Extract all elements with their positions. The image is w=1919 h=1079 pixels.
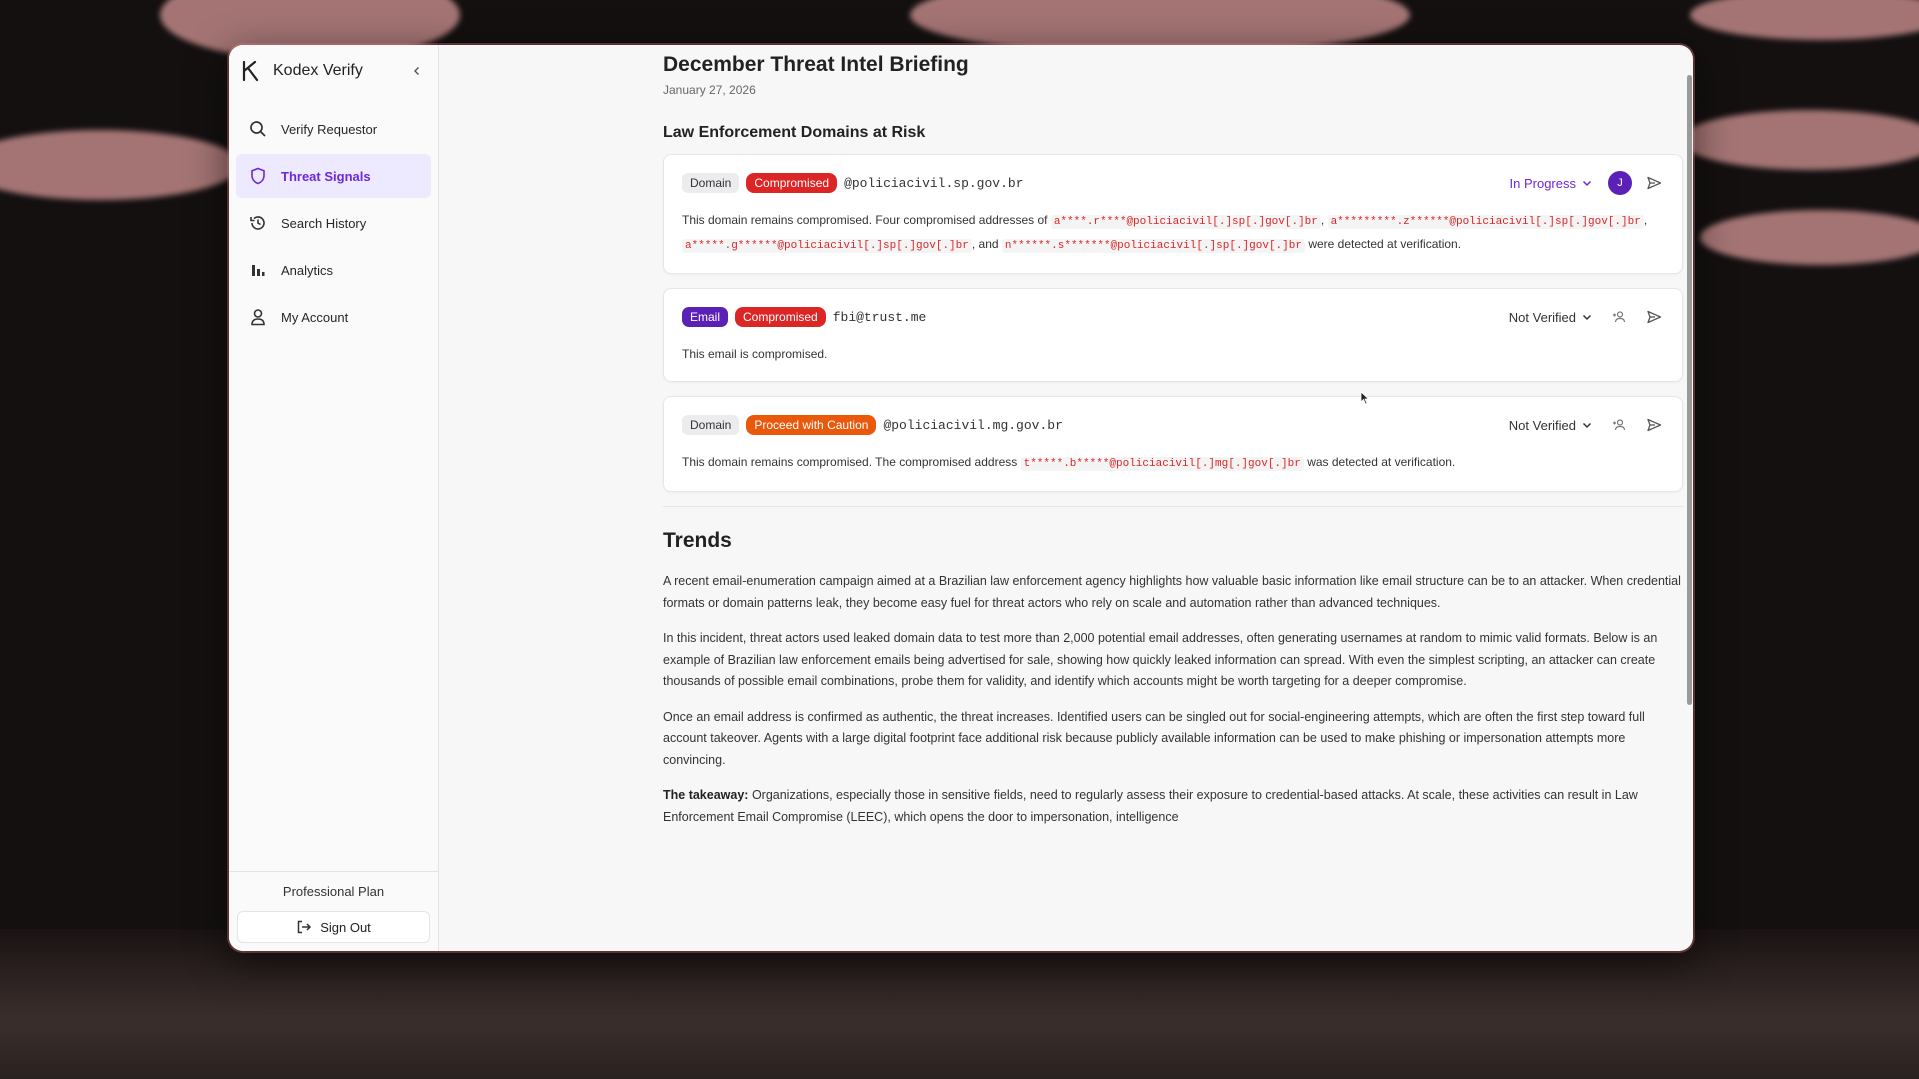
status-badge: Compromised [746,173,838,193]
takeaway-text: Organizations, especially those in sensi… [663,788,1638,824]
scrollbar[interactable] [1687,75,1692,705]
card-description: This email is compromised. [682,347,828,361]
trends-paragraph: Once an email address is confirmed as au… [663,709,1645,767]
address-separator: , [1643,213,1648,227]
app-window: Kodex Verify Verify Requestor Threat Sig… [229,45,1693,951]
sidebar-footer: Professional Plan Sign Out [229,871,438,951]
chevron-down-icon [1582,422,1592,429]
sign-out-button[interactable]: Sign Out [237,911,430,943]
background-blob [1680,110,1919,170]
background-blob [1690,0,1919,40]
send-icon [1647,310,1662,324]
compromised-address: a*****.g******@policiacivil[.]sp[.]gov[.… [682,239,972,253]
threat-card: Domain Compromised @policiacivil.sp.gov.… [663,154,1683,274]
sidebar-item-label: Analytics [281,262,334,278]
address-separator: , and [971,237,999,251]
sidebar-item-threat-signals[interactable]: Threat Signals [236,154,431,198]
card-description: This domain remains compromised. The com… [682,451,1664,475]
user-icon [249,308,267,326]
type-badge: Domain [682,415,740,435]
plan-label: Professional Plan [282,884,385,899]
sign-out-label: Sign Out [320,919,371,935]
type-badge: Domain [682,173,740,193]
target-domain: @policiacivil.mg.gov.br [883,417,1063,433]
sidebar-item-my-account[interactable]: My Account [236,295,431,339]
mouse-cursor-icon [1360,391,1370,405]
history-icon [249,214,267,232]
bar-chart-icon [249,261,267,279]
send-button[interactable] [1644,307,1664,327]
send-button[interactable] [1644,173,1664,193]
trends-paragraph: In this incident, threat actors used lea… [663,631,1658,688]
background-blob [1700,210,1919,265]
kodex-logo-icon [242,60,259,82]
shield-icon [249,167,267,185]
sidebar-item-verify-requestor[interactable]: Verify Requestor [236,107,431,151]
send-button[interactable] [1644,415,1664,435]
add-user-icon [1613,311,1626,323]
background-floor [0,929,1919,1079]
chevron-down-icon [1582,314,1592,321]
search-icon [249,120,267,138]
target-email: fbi@trust.me [832,309,927,325]
sidebar-item-analytics[interactable]: Analytics [236,248,431,292]
sidebar-item-label: Threat Signals [281,168,371,184]
compromised-address: n******.s*******@policiacivil[.]sp[.]gov… [1001,239,1305,253]
sidebar: Kodex Verify Verify Requestor Threat Sig… [229,45,439,951]
compromised-address: a****.r****@policiacivil[.]sp[.]gov[.]br [1050,215,1321,229]
status-badge: Proceed with Caution [746,415,877,435]
sidebar-item-label: Verify Requestor [281,121,378,137]
sidebar-item-search-history[interactable]: Search History [236,201,431,245]
verification-status-select[interactable]: Not Verified [1509,310,1592,325]
send-icon [1647,418,1662,432]
verification-status-label: Not Verified [1508,417,1576,433]
trends-title: Trends [663,529,732,552]
send-icon [1647,176,1662,190]
threat-card: Email Compromised fbi@trust.me Not Verif… [663,288,1683,382]
sidebar-item-label: My Account [281,309,349,325]
status-badge: Compromised [735,307,826,327]
section-title: Law Enforcement Domains at Risk [663,124,926,141]
compromised-address: a*********.z******@policiacivil[.]sp[.]g… [1327,215,1644,229]
description-text: was detected at verification. [1307,455,1456,469]
description-text: This domain remains compromised. The com… [682,455,1018,469]
takeaway-label: The takeaway: [663,788,749,802]
address-separator: , [1320,213,1325,227]
assign-user-button[interactable] [1608,305,1632,329]
section-divider [663,506,1683,507]
trends-takeaway: The takeaway: Organizations, especially … [663,785,1683,828]
sign-out-icon [297,920,312,934]
type-badge: Email [682,307,729,327]
brand-name: Kodex Verify [273,62,363,79]
sidebar-item-label: Search History [281,215,367,231]
verification-status-select[interactable]: Not Verified [1509,418,1592,433]
sidebar-nav: Verify Requestor Threat Signals Search H… [229,107,438,339]
target-domain: @policiacivil.sp.gov.br [844,175,1024,191]
chevron-down-icon [1582,180,1592,187]
page-title: December Threat Intel Briefing [663,53,969,76]
briefing-date: January 27, 2026 [663,83,756,97]
briefing-content: December Threat Intel Briefing January 2… [663,53,1683,842]
brand: Kodex Verify [229,49,438,93]
verification-status-select[interactable]: In Progress [1510,176,1592,191]
description-text: were detected at verification. [1308,237,1462,251]
compromised-address: t*****.b*****@policiacivil[.]mg[.]gov[.]… [1020,457,1304,471]
verification-status-label: Not Verified [1508,309,1576,325]
description-text: This domain remains compromised. Four co… [682,213,1048,227]
add-user-icon [1613,419,1626,431]
collapse-sidebar-button[interactable] [408,62,426,80]
card-description: This domain remains compromised. Four co… [682,209,1664,257]
assign-user-button[interactable] [1608,413,1632,437]
threat-card: Domain Proceed with Caution @policiacivi… [663,396,1683,492]
background-blob [0,130,240,200]
chevron-left-icon [414,67,419,75]
assignee-avatar[interactable]: J [1608,171,1632,195]
main-content: December Threat Intel Briefing January 2… [439,45,1693,951]
trends-paragraph: A recent email-enumeration campaign aime… [663,574,1681,610]
verification-status-label: In Progress [1509,175,1576,191]
